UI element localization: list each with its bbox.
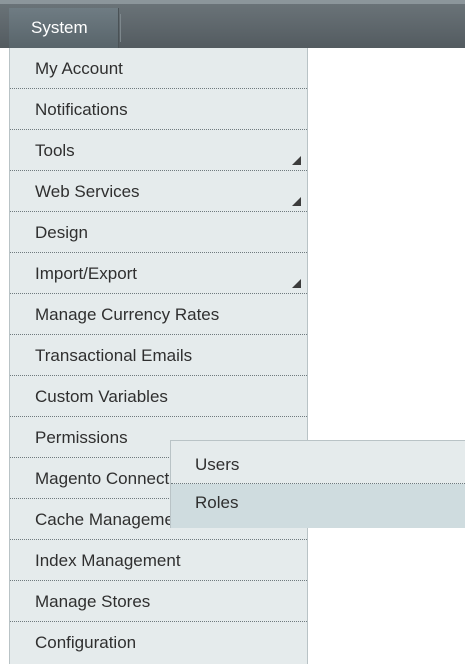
menu-item-custom-variables[interactable]: Custom Variables [10,376,307,417]
menu-item-configuration[interactable]: Configuration [10,622,307,663]
menu-item-label: Import/Export [35,264,138,283]
menu-item-label: Magento Connect [35,469,170,488]
submenu-item-label: Roles [195,493,239,512]
submenu-arrow-icon [292,197,301,206]
admin-top-nav: System [0,0,465,48]
menu-item-label: Transactional Emails [35,346,193,365]
submenu-arrow-icon [292,279,301,288]
submenu-arrow-icon [292,156,301,165]
permissions-submenu: Users Roles [170,440,465,528]
menu-item-label: My Account [35,59,123,78]
menu-item-label: Design [35,223,88,242]
menu-item-label: Manage Stores [35,592,151,611]
menu-item-manage-currency-rates[interactable]: Manage Currency Rates [10,294,307,335]
menu-item-manage-stores[interactable]: Manage Stores [10,581,307,622]
menu-item-label: Tools [35,141,75,160]
menu-item-label: Web Services [35,182,140,201]
menu-item-design[interactable]: Design [10,212,307,253]
menu-item-transactional-emails[interactable]: Transactional Emails [10,335,307,376]
menu-item-label: Notifications [35,100,128,119]
system-dropdown-menu: My Account Notifications Tools Web Servi… [9,48,308,664]
submenu-item-label: Users [195,455,240,474]
menu-item-web-services[interactable]: Web Services [10,171,307,212]
menu-item-my-account[interactable]: My Account [10,48,307,89]
menu-item-label: Index Management [35,551,181,570]
menu-item-label: Custom Variables [35,387,168,406]
submenu-item-users[interactable]: Users [171,441,465,484]
menu-item-label: Permissions [35,428,128,447]
submenu-item-roles[interactable]: Roles [171,484,465,528]
menu-item-tools[interactable]: Tools [10,130,307,171]
menu-item-index-management[interactable]: Index Management [10,540,307,581]
menu-item-label: Configuration [35,633,137,652]
menu-item-label: Manage Currency Rates [35,305,220,324]
menu-item-notifications[interactable]: Notifications [10,89,307,130]
nav-tab-system[interactable]: System [9,8,121,48]
menu-item-label: Cache Management [35,510,189,529]
menu-item-import-export[interactable]: Import/Export [10,253,307,294]
